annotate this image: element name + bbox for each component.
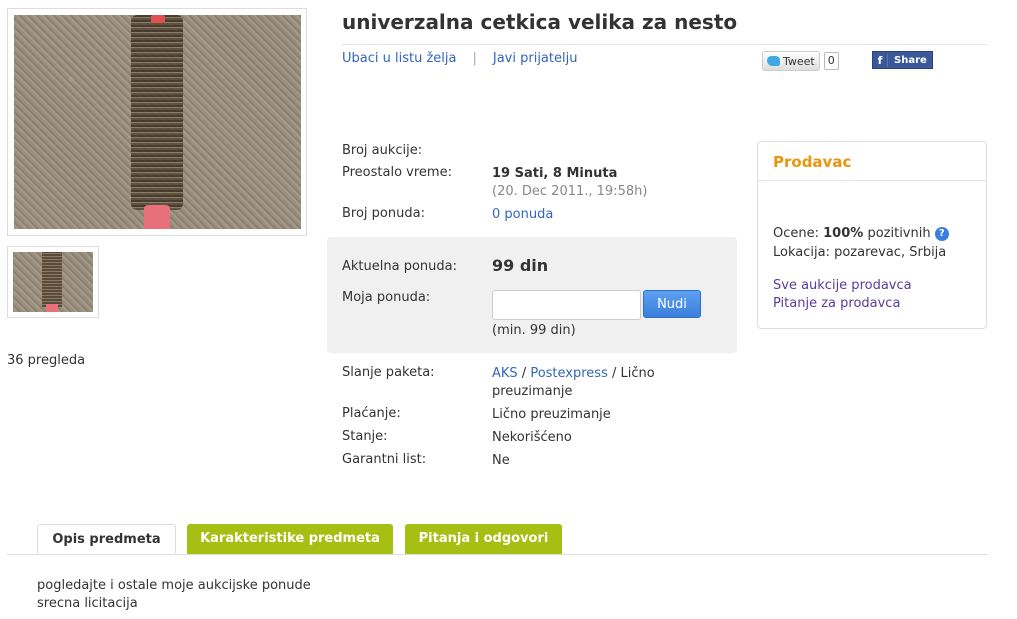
thumbnail-photo [13,252,93,312]
bid-amount-input[interactable] [492,290,641,320]
bids-count-label: Broj ponuda: [342,206,425,221]
share-label: Share [894,54,927,66]
product-thumbnail[interactable] [7,246,99,318]
shipping-pickup-line1: Lično [620,366,655,381]
time-left-value: 19 Sati, 8 Minuta [492,166,618,181]
title-divider [342,44,987,45]
brush-handle [144,205,170,229]
view-count: 36 pregleda [7,353,86,368]
shipping-postexpress-link[interactable]: Postexpress [530,366,608,381]
my-bid-label: Moja ponuda: [342,290,431,305]
place-bid-button[interactable]: Nudi [643,290,701,318]
tabs-divider [7,554,987,555]
brush-bristles [131,15,183,210]
shipping-slash-2: / [607,366,621,381]
seller-panel: Prodavac Ocene: 100% pozitivnih ? Lokaci… [757,141,987,329]
warranty-value: Ne [492,453,510,468]
tab-characteristics[interactable]: Karakteristike predmeta [187,524,393,554]
product-photo [14,15,301,229]
payment-label: Plaćanje: [342,406,401,421]
description-text: pogledajte i ostale moje aukcijske ponud… [37,577,311,613]
brush-top-cap [151,15,165,23]
tweet-button[interactable]: Tweet [762,51,820,71]
condition-label: Stanje: [342,429,388,444]
shipping-options: AKS / Postexpress / Lično preuzimanje [492,365,702,401]
facebook-icon: f [873,53,888,67]
end-date: (20. Dec 2011., 19:58h) [492,184,648,199]
location-label: Lokacija: [773,245,830,260]
rating-label: Ocene: [773,226,819,241]
description-line-1: pogledajte i ostale moje aukcijske ponud… [37,578,311,593]
time-left-values: 19 Sati, 8 Minuta (20. Dec 2011., 19:58h… [492,165,702,201]
thumbnail-brush [42,252,62,307]
seller-location: Lokacija: pozarevac, Srbija [773,245,946,260]
condition-value: Nekorišćeno [492,430,572,445]
time-left-label: Preostalo vreme: [342,165,452,180]
seller-question-link[interactable]: Pitanje za prodavca [773,296,900,311]
product-actions: Ubaci u listu želja | Javi prijatelju [342,51,577,66]
current-bid-value: 99 din [492,256,549,275]
description-line-2: srecna licitacija [37,596,138,611]
seller-all-auctions-link[interactable]: Sve aukcije prodavca [773,278,912,293]
twitter-bird-icon [767,56,780,66]
shipping-aks-link[interactable]: AKS [492,366,518,381]
page-title: univerzalna cetkica velika za nesto [342,10,738,34]
min-bid-note: (min. 99 din) [492,323,576,338]
main-product-image[interactable] [7,8,307,236]
seller-title: Prodavac [773,153,852,171]
seller-rating: Ocene: 100% pozitivnih ? [773,226,949,241]
tab-questions[interactable]: Pitanja i odgovori [405,524,562,554]
bids-count-link[interactable]: 0 ponuda [492,206,702,224]
thumbnail-brush-handle [46,304,58,312]
tell-friend-link[interactable]: Javi prijatelju [493,51,578,66]
location-value: pozarevac, Srbija [834,245,947,260]
seller-header: Prodavac [758,142,986,181]
tweet-count: 0 [823,52,839,70]
shipping-slash-1: / [517,366,531,381]
help-icon[interactable]: ? [934,227,949,241]
warranty-label: Garantni list: [342,452,427,467]
tab-description[interactable]: Opis predmeta [37,524,176,554]
shipping-label: Slanje paketa: [342,365,435,380]
wishlist-link[interactable]: Ubaci u listu želja [342,51,456,66]
rating-value: 100% [823,226,864,241]
actions-separator: | [472,51,477,66]
payment-value: Lično preuzimanje [492,407,611,422]
tweet-widget: Tweet 0 [762,51,839,71]
shipping-pickup-line2: preuzimanje [492,384,573,399]
facebook-share-button[interactable]: f Share [872,51,933,69]
rating-suffix: pozitivnih [867,226,931,241]
current-bid-label: Aktuelna ponuda: [342,259,457,274]
auction-number-label: Broj aukcije: [342,143,423,158]
tweet-label: Tweet [783,54,815,68]
